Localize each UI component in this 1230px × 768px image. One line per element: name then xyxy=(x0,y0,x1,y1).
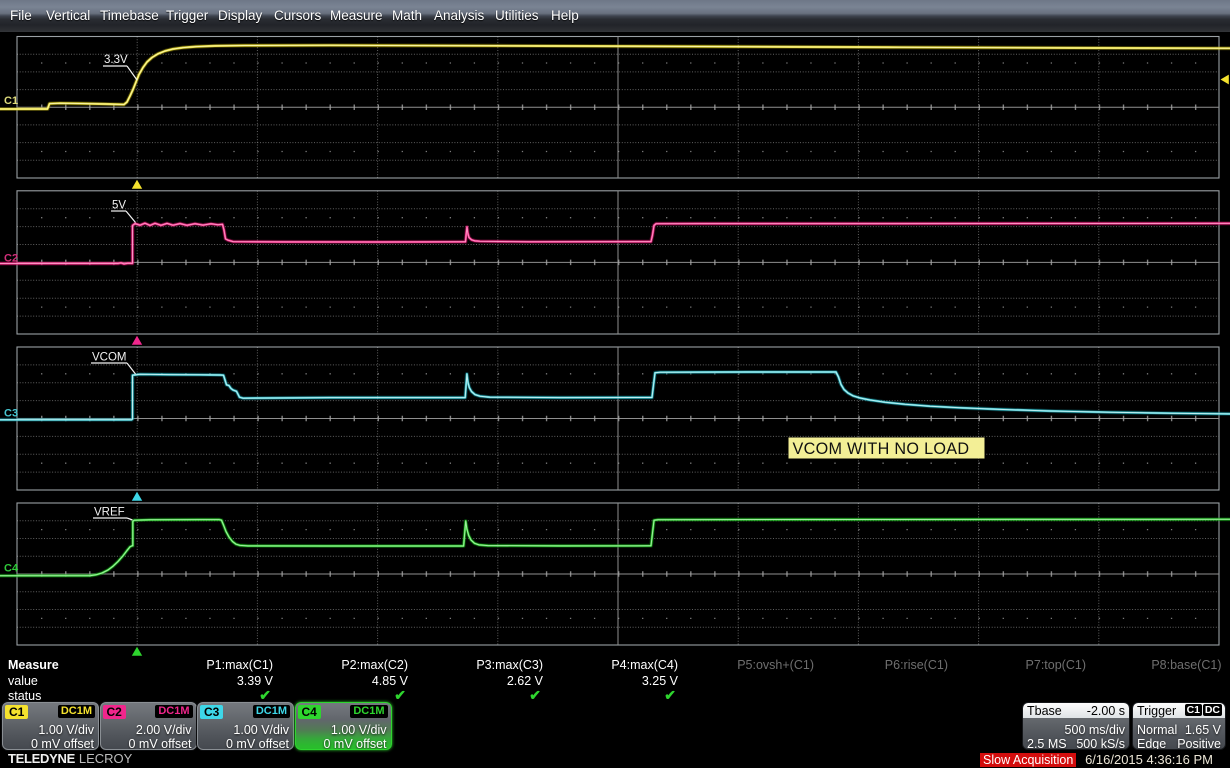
svg-text:C4: C4 xyxy=(4,563,19,575)
svg-text:C2: C2 xyxy=(4,253,18,265)
svg-text:C1: C1 xyxy=(4,95,18,107)
svg-text:VCOM: VCOM xyxy=(92,352,127,364)
svg-text:C3: C3 xyxy=(4,408,18,420)
svg-text:5V: 5V xyxy=(112,200,126,212)
svg-text:VREF: VREF xyxy=(94,507,125,519)
svg-text:VCOM WITH NO LOAD: VCOM WITH NO LOAD xyxy=(793,440,970,458)
svg-text:3.3V: 3.3V xyxy=(104,54,128,66)
